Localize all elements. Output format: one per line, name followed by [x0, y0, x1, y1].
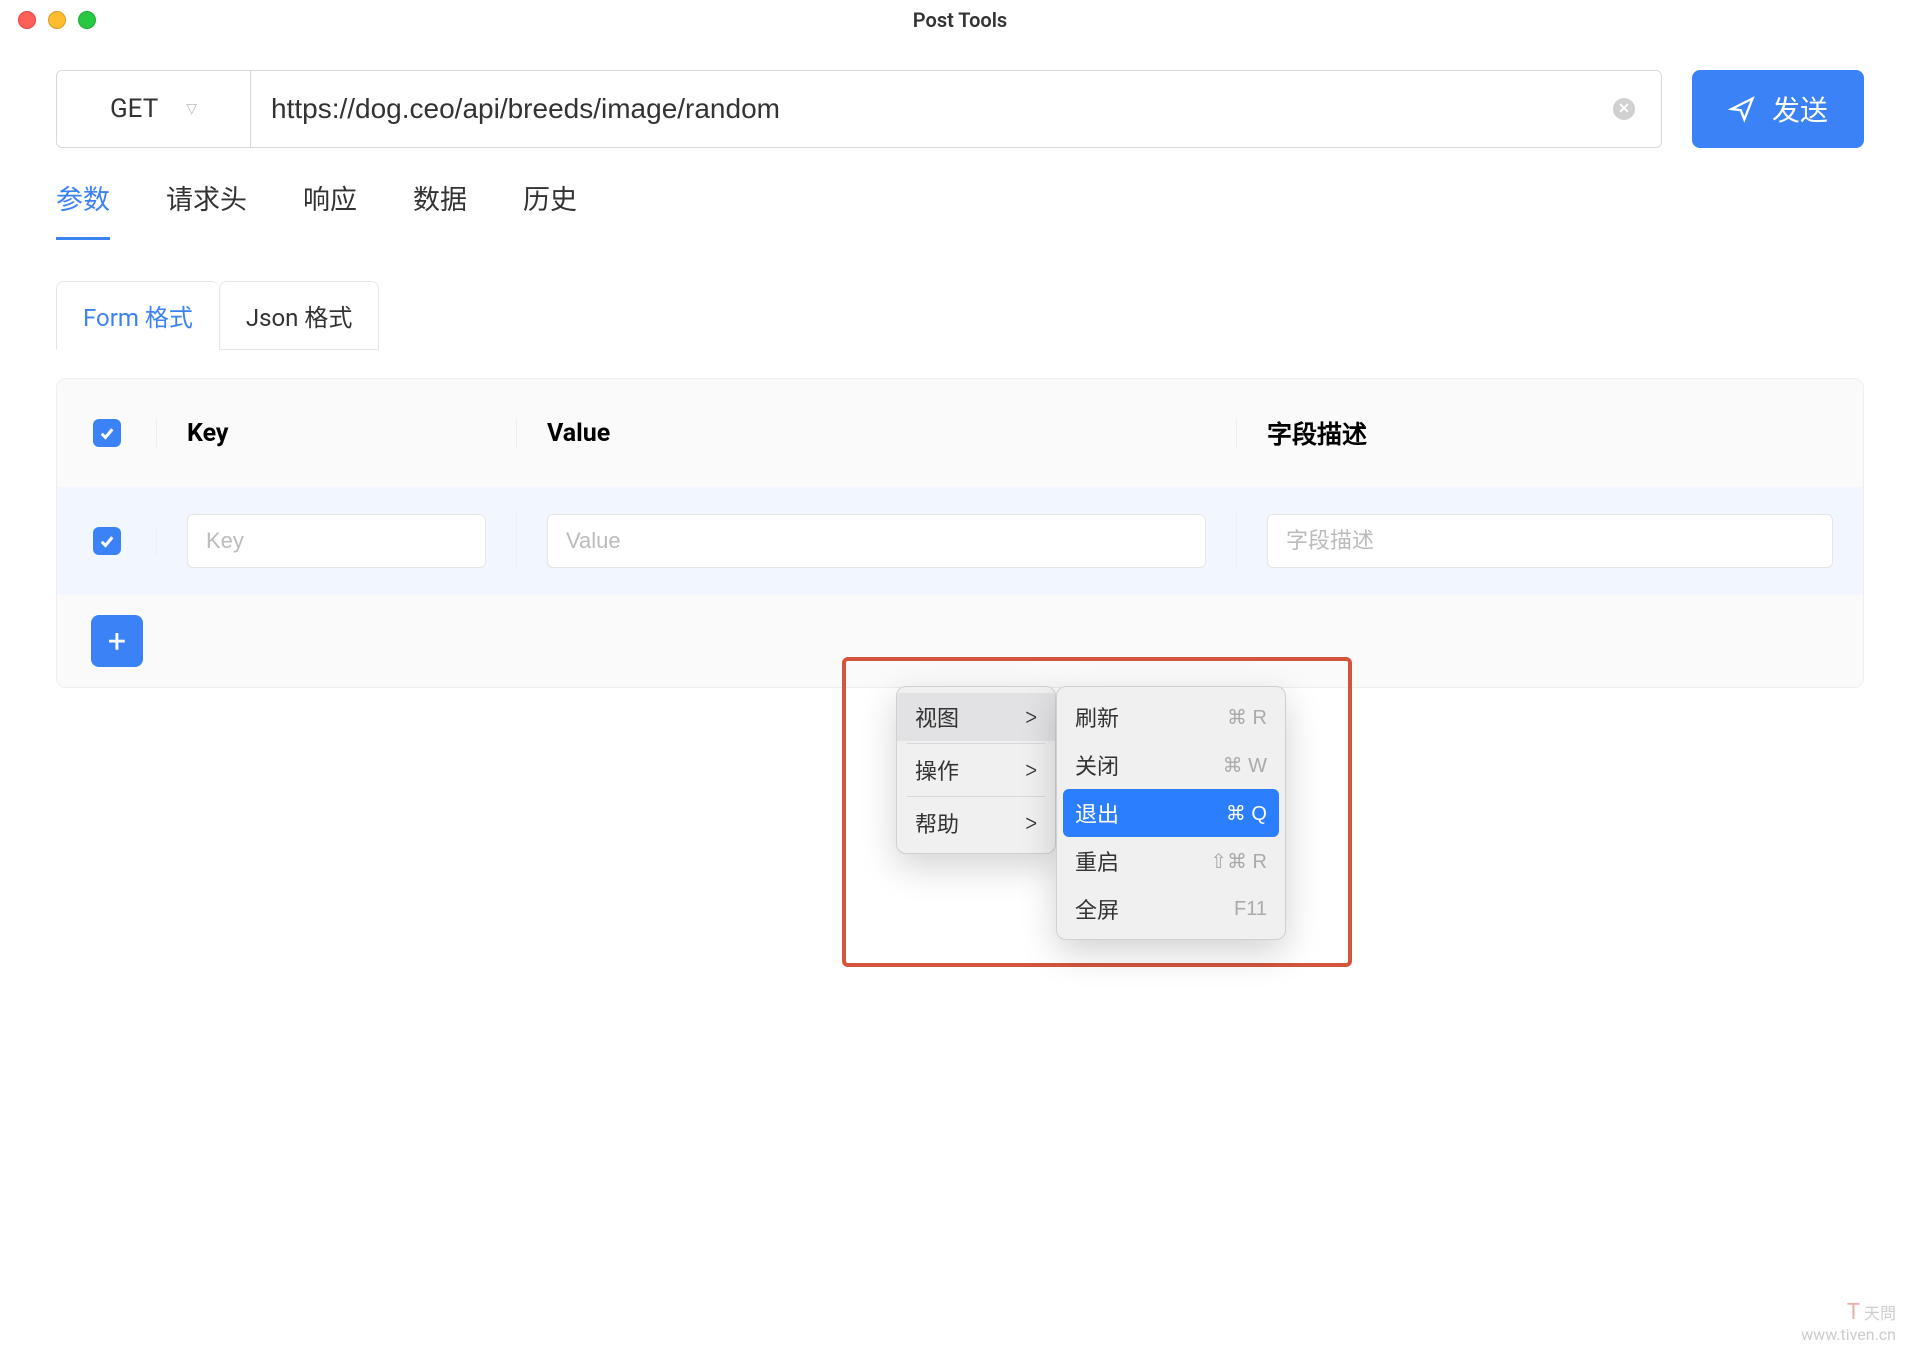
menu-shortcut: ⌘ Q [1226, 801, 1267, 826]
menu-label: 全屏 [1075, 893, 1119, 925]
minimize-window-button[interactable] [48, 11, 66, 29]
tab-response[interactable]: 响应 [303, 178, 357, 240]
menu-label: 退出 [1075, 797, 1119, 829]
watermark: T 天問 www.tiven.cn [1801, 1300, 1896, 1344]
menu-label: 刷新 [1075, 701, 1119, 733]
tab-data[interactable]: 数据 [413, 178, 467, 240]
row-key-cell [157, 514, 517, 568]
menu-shortcut: F11 [1234, 898, 1267, 921]
menu-label: 视图 [915, 701, 959, 733]
header-checkbox-cell [57, 419, 157, 447]
menu-label: 帮助 [915, 807, 959, 839]
menu-item-close[interactable]: 关闭 ⌘ W [1057, 741, 1285, 789]
desc-input[interactable] [1267, 514, 1833, 568]
menu-item-action[interactable]: 操作 ᐳ [897, 746, 1055, 794]
context-menu-sub: 刷新 ⌘ R 关闭 ⌘ W 退出 ⌘ Q 重启 ⇧⌘ R 全屏 F11 [1056, 686, 1286, 940]
menu-item-fullscreen[interactable]: 全屏 F11 [1057, 885, 1285, 933]
menu-shortcut: ⇧⌘ R [1210, 849, 1267, 874]
traffic-lights [18, 11, 96, 29]
header-desc: 字段描述 [1237, 415, 1863, 451]
table-header-row: Key Value 字段描述 [57, 379, 1863, 487]
menu-item-refresh[interactable]: 刷新 ⌘ R [1057, 693, 1285, 741]
menu-separator [907, 796, 1045, 797]
menu-label: 关闭 [1075, 749, 1119, 781]
clear-url-icon[interactable]: ✕ [1613, 98, 1635, 120]
app-window: Post Tools GET ▽ ✕ 发送 参数 请求头 响应 数据 [0, 0, 1920, 1358]
sub-tabs: Form 格式 Json 格式 [56, 281, 1864, 350]
send-icon [1728, 95, 1756, 123]
watermark-name: 天問 [1864, 1304, 1896, 1323]
content-area: GET ▽ ✕ 发送 参数 请求头 响应 数据 历史 Form 格式 Json [0, 40, 1920, 718]
select-all-checkbox[interactable] [93, 419, 121, 447]
tab-json-format[interactable]: Json 格式 [219, 281, 380, 350]
header-value: Value [517, 419, 1237, 448]
menu-label: 操作 [915, 754, 959, 786]
http-method-select[interactable]: GET ▽ [56, 70, 251, 148]
tab-headers[interactable]: 请求头 [166, 178, 247, 240]
tab-history[interactable]: 历史 [523, 178, 577, 240]
table-row [57, 487, 1863, 595]
header-key: Key [157, 419, 517, 448]
window-title: Post Tools [913, 8, 1007, 32]
row-checkbox-cell [57, 527, 157, 555]
url-input-wrap: ✕ [251, 70, 1662, 148]
close-window-button[interactable] [18, 11, 36, 29]
tab-params[interactable]: 参数 [56, 178, 110, 240]
plus-icon: + [108, 622, 126, 660]
params-table: Key Value 字段描述 [56, 378, 1864, 688]
chevron-right-icon: ᐳ [1025, 708, 1037, 727]
table-add-row: + [57, 595, 1863, 687]
main-tabs: 参数 请求头 响应 数据 历史 [56, 178, 1864, 241]
key-input[interactable] [187, 514, 486, 568]
menu-shortcut: ⌘ R [1227, 705, 1267, 730]
row-value-cell [517, 514, 1237, 568]
watermark-logo: T [1847, 1300, 1860, 1325]
menu-label: 重启 [1075, 845, 1119, 877]
row-desc-cell [1237, 514, 1863, 568]
send-button-label: 发送 [1772, 89, 1828, 129]
tab-form-format[interactable]: Form 格式 [56, 281, 219, 350]
request-row: GET ▽ ✕ 发送 [56, 70, 1864, 148]
menu-item-view[interactable]: 视图 ᐳ [897, 693, 1055, 741]
menu-item-restart[interactable]: 重启 ⇧⌘ R [1057, 837, 1285, 885]
menu-item-help[interactable]: 帮助 ᐳ [897, 799, 1055, 847]
menu-separator [907, 743, 1045, 744]
titlebar: Post Tools [0, 0, 1920, 40]
check-icon [98, 532, 116, 550]
context-menu-main: 视图 ᐳ 操作 ᐳ 帮助 ᐳ [896, 686, 1056, 854]
menu-shortcut: ⌘ W [1223, 753, 1267, 778]
row-checkbox[interactable] [93, 527, 121, 555]
value-input[interactable] [547, 514, 1206, 568]
url-input[interactable] [271, 93, 1613, 125]
maximize-window-button[interactable] [78, 11, 96, 29]
check-icon [98, 424, 116, 442]
chevron-right-icon: ᐳ [1025, 814, 1037, 833]
watermark-url: www.tiven.cn [1801, 1325, 1896, 1344]
chevron-down-icon: ▽ [186, 101, 197, 117]
send-button[interactable]: 发送 [1692, 70, 1864, 148]
http-method-value: GET [110, 94, 158, 124]
chevron-right-icon: ᐳ [1025, 761, 1037, 780]
menu-item-quit[interactable]: 退出 ⌘ Q [1063, 789, 1279, 837]
add-row-button[interactable]: + [91, 615, 143, 667]
